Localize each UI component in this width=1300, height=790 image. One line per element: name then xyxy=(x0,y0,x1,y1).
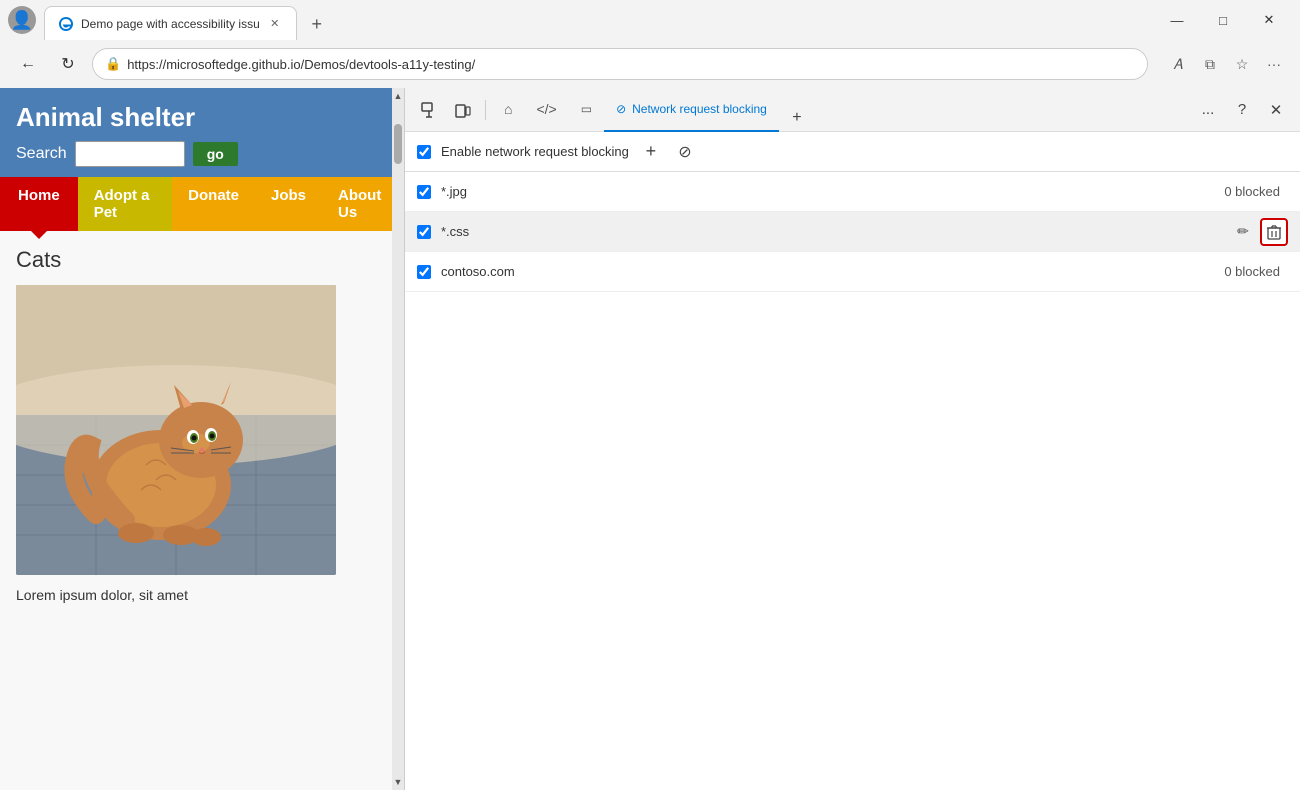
minimize-button[interactable]: — xyxy=(1154,4,1200,36)
search-label: Search xyxy=(16,145,67,163)
blocking-item-contoso: contoso.com 0 blocked xyxy=(405,252,1300,292)
nav-adopt[interactable]: Adopt a Pet xyxy=(78,177,172,231)
new-tab-button[interactable]: + xyxy=(301,8,333,40)
sources-icon: ▭ xyxy=(581,102,592,116)
add-pattern-button[interactable]: + xyxy=(639,140,663,164)
devtools-more-button[interactable]: ... xyxy=(1192,94,1224,126)
address-bar: ← ↻ 🔒 https://microsoftedge.github.io/De… xyxy=(0,40,1300,88)
console-icon: </> xyxy=(536,101,556,117)
shelter-title: Animal shelter xyxy=(16,102,388,133)
enable-blocking-label: Enable network request blocking xyxy=(441,144,629,159)
blocking-item-jpg-pattern: *.jpg xyxy=(441,184,1224,199)
blocking-list: *.jpg 0 blocked *.css ✏ xyxy=(405,172,1300,790)
close-button[interactable]: ✕ xyxy=(1246,4,1292,36)
scroll-down-arrow[interactable]: ▼ xyxy=(392,774,404,790)
blocking-item-jpg: *.jpg 0 blocked xyxy=(405,172,1300,212)
person-icon: 👤 xyxy=(11,10,33,31)
main-area: Animal shelter Search go Home Adopt a Pe… xyxy=(0,88,1300,790)
blocking-item-jpg-checkbox[interactable] xyxy=(417,185,431,199)
search-row: Search go xyxy=(16,141,388,167)
page-scroll-area: Animal shelter Search go Home Adopt a Pe… xyxy=(0,88,404,790)
browser-window: 👤 Demo page with accessibility issu ✕ + … xyxy=(0,0,1300,790)
clear-all-button[interactable]: ⊘ xyxy=(673,140,697,164)
tab-bar: Demo page with accessibility issu ✕ + xyxy=(44,0,1154,40)
blocking-item-jpg-count: 0 blocked xyxy=(1224,184,1280,199)
inspect-element-button[interactable] xyxy=(413,94,445,126)
browser-tab-active[interactable]: Demo page with accessibility issu ✕ xyxy=(44,6,297,40)
elements-icon: ⌂ xyxy=(504,101,512,117)
search-input[interactable] xyxy=(75,141,185,167)
edge-logo-icon xyxy=(57,15,75,33)
tab-title: Demo page with accessibility issu xyxy=(81,17,260,31)
window-controls: — □ ✕ xyxy=(1154,4,1292,36)
browser-page: Animal shelter Search go Home Adopt a Pe… xyxy=(0,88,405,790)
scroll-track[interactable] xyxy=(392,104,404,774)
enable-blocking-checkbox[interactable] xyxy=(417,145,431,159)
nav-home[interactable]: Home xyxy=(0,177,78,231)
cat-image xyxy=(16,285,336,575)
favorites-button[interactable]: ☆ xyxy=(1228,50,1256,78)
blocking-item-css: *.css ✏ xyxy=(405,212,1300,252)
title-bar: 👤 Demo page with accessibility issu ✕ + … xyxy=(0,0,1300,40)
blocking-item-css-actions: ✏ xyxy=(1230,218,1288,246)
tab-elements[interactable]: ⌂ xyxy=(492,88,524,132)
blocking-item-contoso-checkbox[interactable] xyxy=(417,265,431,279)
tab-console[interactable]: </> xyxy=(524,88,568,132)
maximize-button[interactable]: □ xyxy=(1200,4,1246,36)
lock-icon: 🔒 xyxy=(105,56,121,72)
devtools-panel: ⌂ </> ▭ ⊘ Network request blocking + xyxy=(405,88,1300,790)
nav-donate[interactable]: Donate xyxy=(172,177,255,231)
edit-css-button[interactable]: ✏ xyxy=(1230,219,1256,245)
tab-sources[interactable]: ▭ xyxy=(569,88,604,132)
lorem-text: Lorem ipsum dolor, sit amet xyxy=(16,587,388,603)
page-scrollbar[interactable]: ▲ ▼ xyxy=(392,88,404,790)
blocking-item-contoso-pattern: contoso.com xyxy=(441,264,1224,279)
blocking-item-css-pattern: *.css xyxy=(441,224,1230,239)
devtools-toolbar: ⌂ </> ▭ ⊘ Network request blocking + xyxy=(405,88,1300,132)
devtools-close-button[interactable]: ✕ xyxy=(1260,94,1292,126)
toolbar-separator-1 xyxy=(485,100,486,120)
page-content: Cats xyxy=(0,231,404,619)
nav-menu: Home Adopt a Pet Donate Jobs About Us xyxy=(0,177,404,231)
read-aloud-button[interactable]: 𝐴 xyxy=(1164,50,1192,78)
address-bar-actions: 𝐴 ⧉ ☆ ··· xyxy=(1164,50,1288,78)
shelter-header: Animal shelter Search go xyxy=(0,88,404,177)
devtools-help-button[interactable]: ? xyxy=(1226,94,1258,126)
blocking-item-contoso-count: 0 blocked xyxy=(1224,264,1280,279)
tab-network-blocking[interactable]: ⊘ Network request blocking xyxy=(604,88,779,132)
scroll-up-arrow[interactable]: ▲ xyxy=(392,88,404,104)
nav-jobs[interactable]: Jobs xyxy=(255,177,322,231)
scroll-thumb[interactable] xyxy=(394,124,402,164)
devtools-tabs: ⌂ </> ▭ ⊘ Network request blocking + xyxy=(492,88,1190,132)
devtools-right-buttons: ... ? ✕ xyxy=(1192,94,1292,126)
blocking-item-css-checkbox[interactable] xyxy=(417,225,431,239)
tab-network-blocking-label: Network request blocking xyxy=(632,102,767,116)
split-screen-button[interactable]: ⧉ xyxy=(1196,50,1224,78)
nrb-toolbar: Enable network request blocking + ⊘ xyxy=(405,132,1300,172)
delete-css-button[interactable] xyxy=(1260,218,1288,246)
refresh-button[interactable]: ↻ xyxy=(52,48,84,80)
trash-icon xyxy=(1267,224,1281,240)
settings-more-button[interactable]: ··· xyxy=(1260,50,1288,78)
back-button[interactable]: ← xyxy=(12,48,44,80)
go-button[interactable]: go xyxy=(193,142,238,166)
network-blocking-icon: ⊘ xyxy=(616,102,626,116)
device-emulation-button[interactable] xyxy=(447,94,479,126)
tab-close-button[interactable]: ✕ xyxy=(266,15,284,33)
cat-svg xyxy=(16,285,336,575)
more-tabs-button[interactable]: + xyxy=(783,104,811,132)
user-avatar[interactable]: 👤 xyxy=(8,6,36,34)
address-bar-input[interactable]: 🔒 https://microsoftedge.github.io/Demos/… xyxy=(92,48,1148,80)
cats-heading: Cats xyxy=(16,247,388,273)
url-text: https://microsoftedge.github.io/Demos/de… xyxy=(127,57,1135,72)
